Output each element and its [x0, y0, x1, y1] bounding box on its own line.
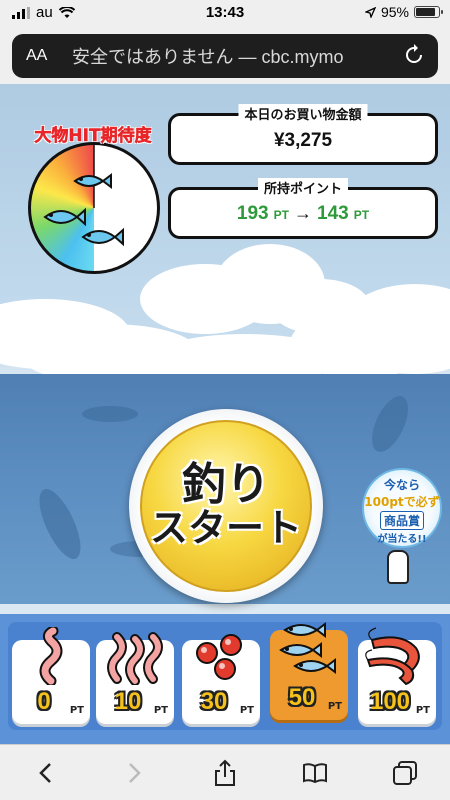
points-arrow: → [294, 203, 312, 223]
promo-line3: 商品賞 [379, 511, 424, 530]
purchase-amount: ¥3,275 [273, 130, 333, 151]
bait-value: 100 [369, 688, 411, 715]
start-label-line2: スタート [149, 506, 302, 551]
points-values: 193 PT → 143 PT [171, 203, 435, 225]
pointing-hand-icon [387, 550, 409, 584]
points-title: 所持ポイント [257, 178, 349, 197]
gauge-fish-icon [43, 145, 124, 247]
battery-icon [414, 6, 443, 18]
shrimp-icon [358, 626, 436, 686]
points-from-unit: PT [273, 208, 289, 222]
points-to-value: 143 [317, 203, 349, 224]
url-text[interactable]: 安全ではありません — cbc.mymo [72, 43, 402, 69]
location-arrow-icon [364, 6, 376, 18]
points-box: 所持ポイント 193 PT → 143 PT [168, 178, 438, 239]
bait-card-10pt[interactable]: 10 PT [96, 632, 174, 724]
purchase-title: 本日のお買い物金額 [238, 104, 368, 123]
back-icon[interactable] [25, 753, 65, 793]
bait-value: 0 [37, 688, 51, 715]
promo-line4: が当たる!! [377, 534, 427, 545]
bait-value: 50 [288, 684, 316, 711]
share-icon[interactable] [205, 753, 245, 793]
browser-address-area: AA 安全ではありません — cbc.mymo [0, 26, 450, 84]
start-button-face[interactable]: 釣り スタート [140, 420, 312, 592]
address-bar[interactable]: AA 安全ではありません — cbc.mymo [12, 34, 438, 78]
tabs-icon[interactable] [385, 753, 425, 793]
bait-unit: PT [239, 705, 254, 716]
battery-percent: 95% [380, 4, 409, 20]
bait-card-50pt[interactable]: 50 PT [270, 622, 348, 720]
bait-unit: PT [69, 705, 84, 716]
bait-unit: PT [415, 705, 430, 716]
reader-aa-button[interactable]: AA [26, 47, 56, 65]
gauge-dial [28, 142, 160, 274]
sardines-icon [270, 616, 348, 676]
browser-toolbar [0, 744, 450, 800]
bait-value: 10 [114, 688, 142, 715]
red-berries-icon [182, 626, 260, 686]
bait-unit: PT [327, 701, 342, 712]
fishing-start-button[interactable]: 釣り スタート [129, 409, 323, 603]
bait-card-30pt[interactable]: 30 PT [182, 634, 260, 724]
bait-unit: PT [153, 705, 168, 716]
bookmarks-icon[interactable] [295, 753, 335, 793]
promo-badge[interactable]: 今なら 100ptで必ず 商品賞 が当たる!! [362, 468, 442, 548]
gauge-label: 大物HIT期待度 [34, 126, 152, 147]
worm-icon [12, 626, 90, 686]
purchase-amount-box: 本日のお買い物金額 ¥3,275 [168, 104, 438, 165]
big-catch-gauge: 大物HIT期待度 [18, 121, 160, 286]
bait-card-0pt[interactable]: 0 PT [12, 627, 90, 724]
bait-value: 30 [200, 688, 228, 715]
status-right: 95% [364, 4, 443, 20]
status-bar: au 13:43 95% [0, 0, 450, 26]
worms-icon [96, 626, 174, 686]
bait-card-100pt[interactable]: 100 PT [358, 627, 436, 724]
start-label-line1: 釣り [182, 459, 270, 510]
battery-fill [416, 8, 435, 16]
forward-icon[interactable] [115, 753, 155, 793]
promo-line1: 今なら [383, 478, 420, 492]
promo-line2: 100ptで必ず [364, 495, 440, 509]
reload-icon[interactable] [404, 44, 424, 72]
points-from-value: 193 [236, 203, 269, 224]
points-to-unit: PT [353, 208, 370, 222]
